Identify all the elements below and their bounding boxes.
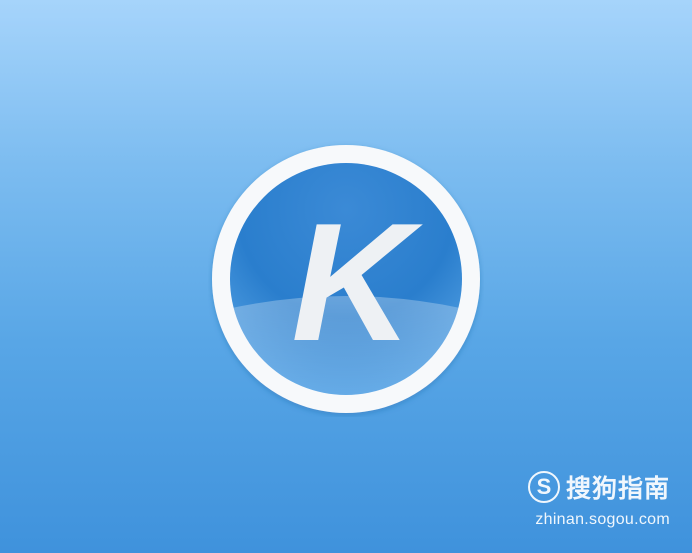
logo-letter: K (291, 188, 423, 376)
page: { "logo": { "letter": "K", "icon": "kugo… (0, 0, 692, 553)
watermark-brand-name: 搜狗指南 (565, 474, 670, 503)
kugou-logo-graphic: K (212, 145, 480, 413)
sogou-watermark: S 搜狗指南 zhinan.sogou.com (510, 469, 670, 529)
sogou-s-letter: S (536, 474, 552, 499)
kugou-music-logo-icon: K (208, 141, 484, 417)
sogou-s-icon: S (527, 471, 560, 503)
watermark-url: zhinan.sogou.com (535, 511, 670, 528)
watermark-brand-row: S 搜狗指南 (510, 469, 670, 505)
